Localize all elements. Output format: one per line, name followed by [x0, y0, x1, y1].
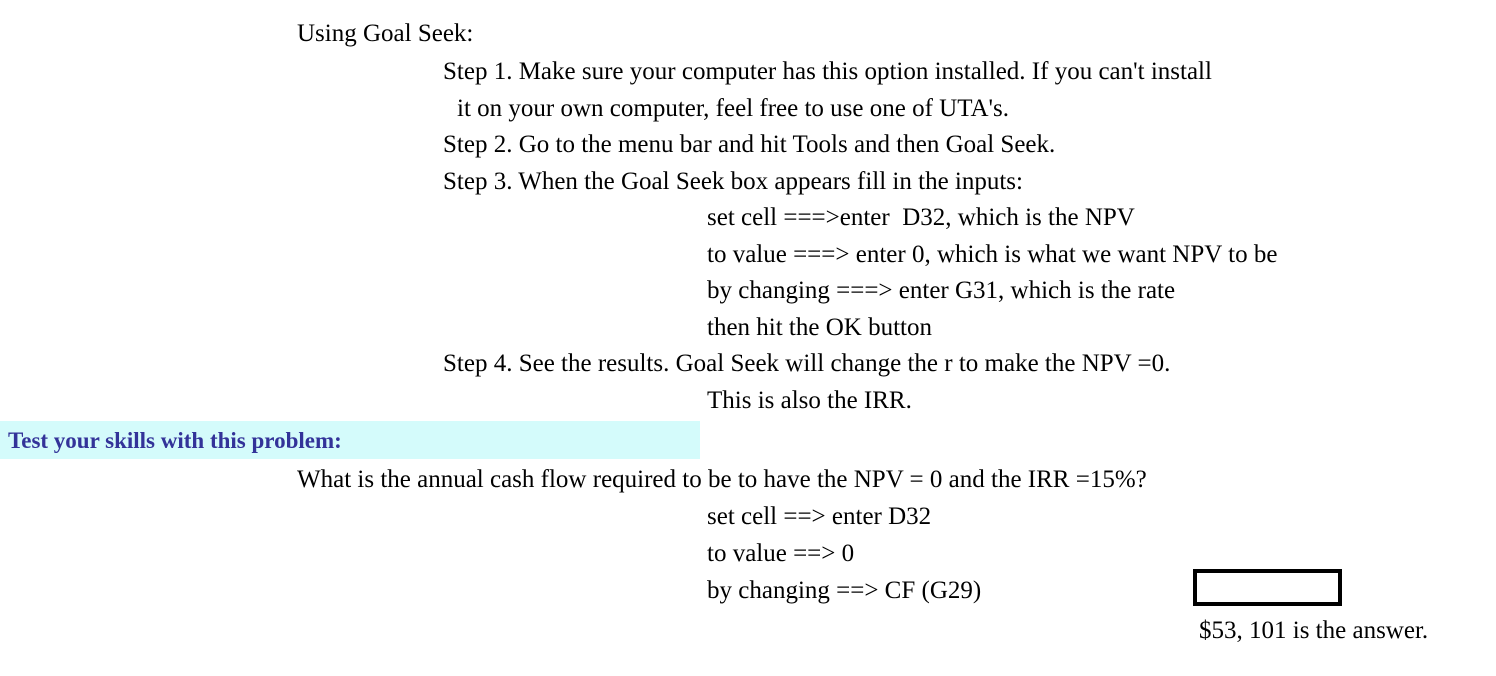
problem-input-to-value: to value ==> 0	[707, 540, 855, 567]
problem-input-by-changing: by changing ==> CF (G29)	[707, 577, 982, 604]
step-3-input-to-value: to value ===> enter 0, which is what we …	[707, 241, 1278, 268]
step-2-line: Step 2. Go to the menu bar and hit Tools…	[443, 131, 1056, 158]
page-title: Using Goal Seek:	[297, 20, 474, 47]
problem-question: What is the annual cash flow required to…	[297, 466, 1147, 493]
section-heading-test-your-skills: Test your skills with this problem:	[8, 428, 342, 453]
answer-label: $53, 101 is the answer.	[1199, 617, 1429, 644]
step-3-line: Step 3. When the Goal Seek box appears f…	[443, 168, 1023, 195]
step-1-line: Step 1. Make sure your computer has this…	[443, 58, 1212, 85]
document-canvas: Using Goal Seek: Step 1. Make sure your …	[0, 0, 1496, 676]
step-4-continuation-line: This is also the IRR.	[707, 387, 912, 414]
step-1-continuation-line: it on your own computer, feel free to us…	[457, 95, 1010, 122]
step-3-input-ok-button: then hit the OK button	[707, 314, 932, 341]
answer-input-box[interactable]	[1193, 569, 1342, 606]
problem-input-set-cell: set cell ==> enter D32	[707, 503, 932, 530]
step-3-input-set-cell: set cell ===>enter D32, which is the NPV	[707, 204, 1135, 231]
step-3-input-by-changing: by changing ===> enter G31, which is the…	[707, 277, 1176, 304]
step-4-line: Step 4. See the results. Goal Seek will …	[443, 350, 1171, 377]
